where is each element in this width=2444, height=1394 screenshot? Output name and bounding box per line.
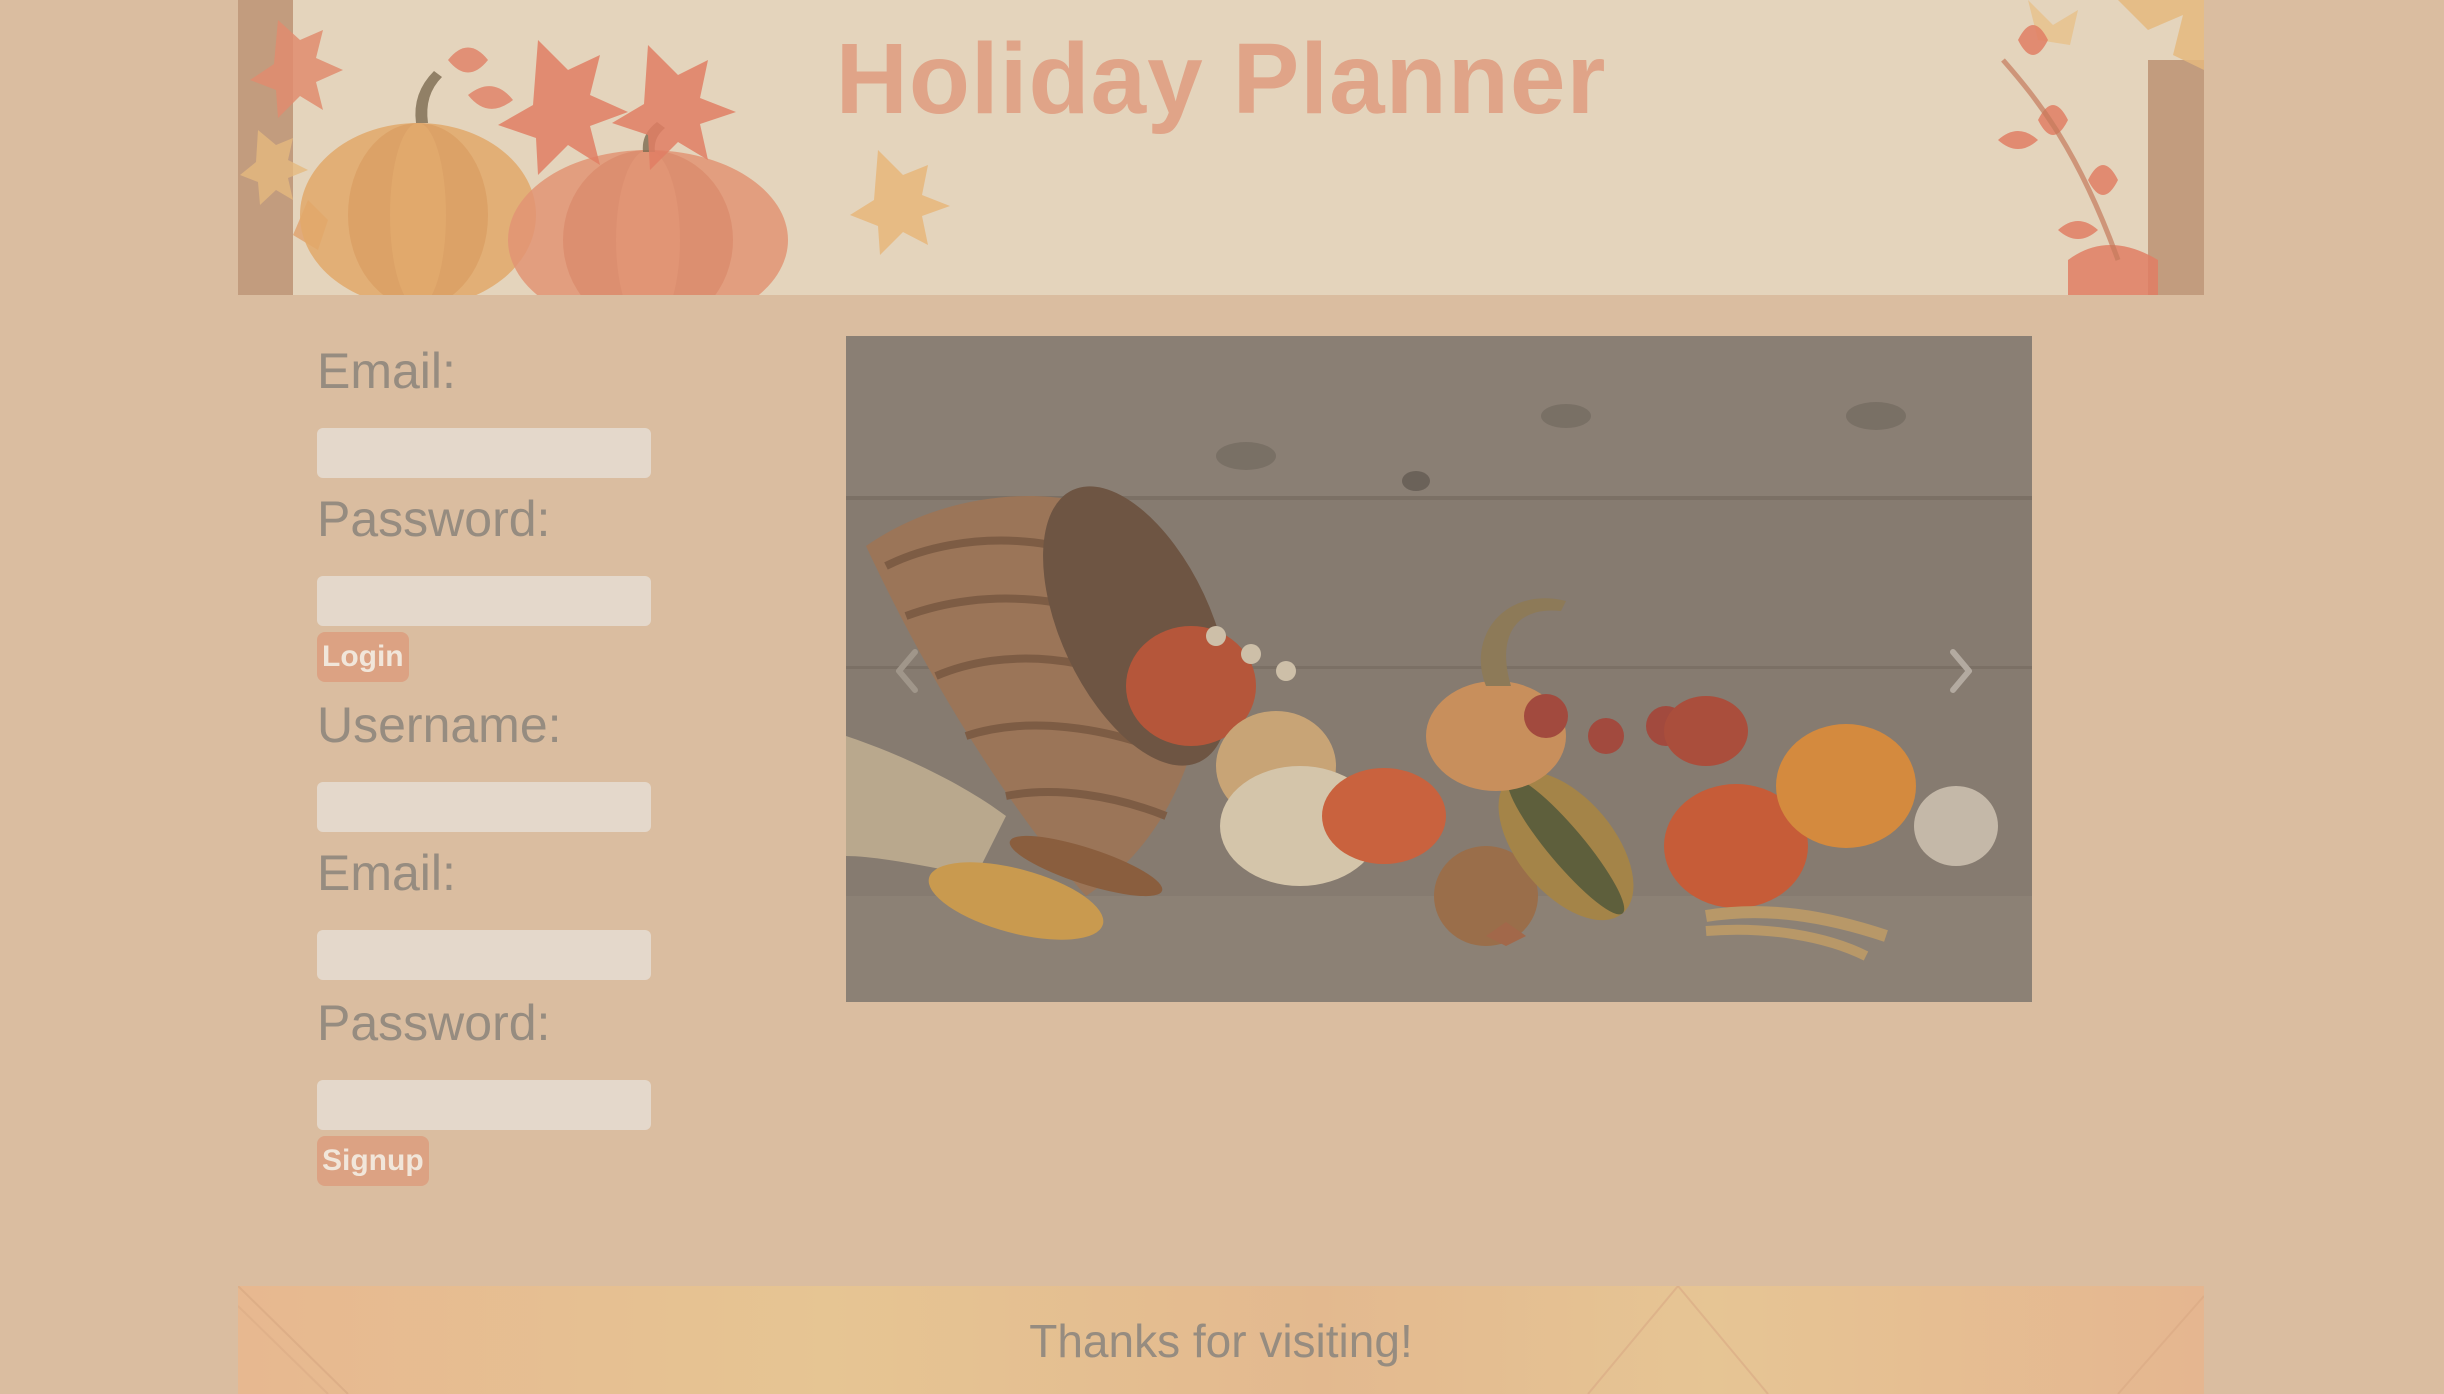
login-password-input[interactable]: [317, 576, 651, 626]
login-email-input[interactable]: [317, 428, 651, 478]
chevron-left-icon: [896, 649, 918, 693]
carousel-next-button[interactable]: [1932, 626, 1992, 716]
signup-button[interactable]: Signup: [317, 1136, 429, 1186]
carousel-prev-button[interactable]: [876, 626, 936, 716]
login-password-label: Password:: [317, 491, 551, 547]
image-carousel[interactable]: [846, 336, 2032, 1002]
signup-password-label: Password:: [317, 995, 551, 1051]
login-button[interactable]: Login: [317, 632, 409, 682]
page-title: Holiday Planner: [835, 23, 1607, 135]
header-banner: Holiday Planner: [238, 0, 2204, 295]
signup-email-input[interactable]: [317, 930, 651, 980]
login-email-label: Email:: [317, 343, 456, 399]
cornucopia-image: [846, 336, 2032, 1002]
footer-message: Thanks for visiting!: [1029, 1315, 1413, 1367]
chevron-right-icon: [1950, 649, 1972, 693]
signup-username-label: Username:: [317, 697, 562, 753]
footer: Thanks for visiting!: [238, 1286, 2204, 1394]
signup-email-label: Email:: [317, 845, 456, 901]
signup-password-input[interactable]: [317, 1080, 651, 1130]
signup-username-input[interactable]: [317, 782, 651, 832]
